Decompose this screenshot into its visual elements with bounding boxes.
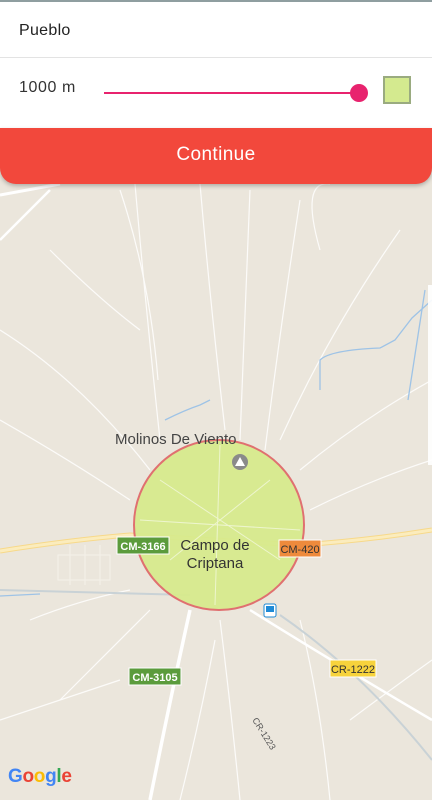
google-logo: Google <box>8 766 72 788</box>
map-town-blocks <box>57 545 111 585</box>
radius-row: 1000 m <box>0 58 432 128</box>
road-shield-cm420: CM-420 <box>278 539 322 558</box>
name-field[interactable]: Pueblo <box>0 2 432 58</box>
google-logo-letter: o <box>33 766 46 787</box>
google-logo-letter: o <box>22 766 34 787</box>
continue-button[interactable]: Continue <box>0 128 432 184</box>
town-label-line1: Campo de <box>180 537 249 554</box>
name-field-value[interactable]: Pueblo <box>19 22 71 40</box>
road-shield-cm3105: CM-3105 <box>128 667 182 686</box>
svg-text:CM-3166: CM-3166 <box>120 541 165 553</box>
svg-text:CM-420: CM-420 <box>280 544 319 556</box>
radius-value: 1000 m <box>19 79 76 96</box>
town-label-line2: Criptana <box>187 555 244 572</box>
color-picker-swatch[interactable] <box>383 76 411 104</box>
place-label: Molinos De Viento <box>115 431 236 448</box>
windmill-landmark-icon[interactable] <box>232 454 248 470</box>
road-shield-cr1222: CR-1222 <box>329 659 377 678</box>
radius-slider-thumb[interactable] <box>350 84 368 102</box>
road-label-cr1223: CR-1223 <box>250 716 278 752</box>
google-logo-letter: g <box>45 766 57 787</box>
svg-text:CR-1222: CR-1222 <box>331 664 375 676</box>
svg-text:CM-3105: CM-3105 <box>132 672 177 684</box>
google-logo-letter: e <box>61 766 72 787</box>
settings-panel: Pueblo 1000 m <box>0 2 432 128</box>
google-logo-letter: G <box>8 766 23 787</box>
road-shield-cm3166: CM-3166 <box>116 536 170 555</box>
map-edge-handle[interactable] <box>428 285 432 465</box>
radius-slider-track[interactable] <box>104 92 359 94</box>
train-station-icon[interactable] <box>263 603 277 618</box>
